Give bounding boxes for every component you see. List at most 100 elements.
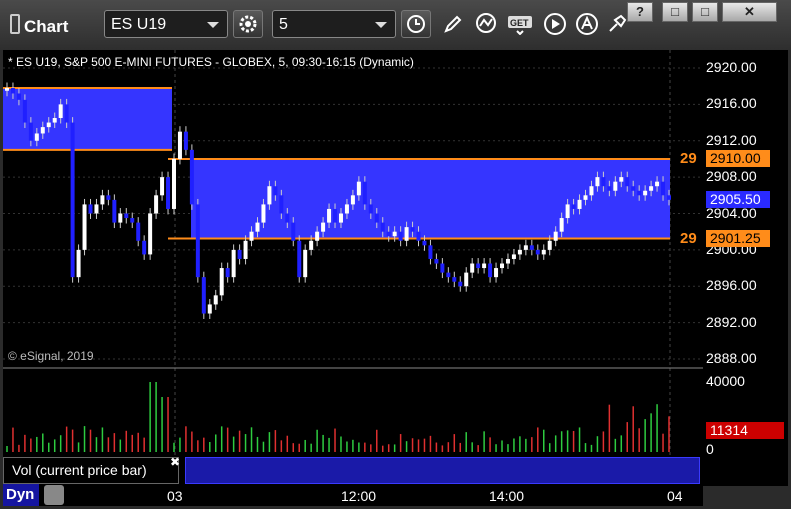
candle-body: [285, 213, 290, 223]
candle-body: [189, 149, 194, 205]
candle-body: [100, 195, 105, 205]
candle-body: [464, 272, 469, 287]
chart-window-icon: [10, 14, 20, 34]
help-button[interactable]: ?: [627, 2, 653, 22]
candle-body: [356, 181, 361, 196]
candle-body: [291, 222, 296, 241]
candle-body: [261, 204, 266, 223]
candle-body: [76, 249, 81, 278]
symbol-combo[interactable]: ES U19: [104, 10, 228, 38]
play-icon: [544, 13, 566, 35]
candle-body: [327, 208, 332, 223]
candle-body: [500, 263, 505, 269]
candle-body: [112, 199, 117, 223]
time-tick: 12:00: [341, 488, 377, 504]
candle-body: [267, 186, 272, 205]
candle-body: [219, 268, 224, 296]
candle-body: [46, 122, 51, 128]
candle-body: [643, 190, 648, 196]
candle-body: [350, 195, 355, 205]
clock-icon: [407, 15, 425, 33]
price-tick-label: 2892.00: [706, 313, 757, 330]
time-tick: 04: [667, 488, 683, 504]
candle-body: [142, 240, 147, 255]
draw-tool-button[interactable]: [440, 10, 466, 38]
dynamic-mode-toggle[interactable]: Dyn: [3, 484, 39, 506]
candle-body: [52, 118, 57, 123]
lock-icon[interactable]: [44, 485, 64, 505]
price-tick-label: 2920.00: [706, 59, 757, 75]
studies-button[interactable]: [474, 10, 500, 38]
candle-body: [631, 186, 636, 191]
current-price-marker: 2905.50: [706, 191, 770, 208]
volume-study-label[interactable]: Vol (current price bar): [3, 457, 179, 484]
candle-body: [118, 213, 123, 223]
candle-body: [124, 213, 129, 219]
svg-text:GET: GET: [510, 18, 529, 28]
candle-body: [667, 195, 671, 200]
chart-canvas[interactable]: [3, 50, 703, 486]
candle-body: [613, 181, 618, 191]
candle-body: [237, 249, 242, 259]
candle-body: [446, 272, 451, 278]
price-chart[interactable]: [3, 50, 703, 486]
get-data-icon: GET: [508, 16, 532, 35]
candle-body: [553, 231, 558, 241]
candle-body: [225, 268, 230, 278]
candle-body: [565, 204, 570, 219]
volume-tick-max: 40000: [706, 373, 745, 389]
candle-body: [577, 199, 582, 209]
restore-button[interactable]: □: [662, 2, 688, 22]
play-button[interactable]: [542, 10, 568, 38]
lower-level-marker: 2901.25: [706, 230, 770, 247]
candle-body: [559, 218, 564, 232]
candle-body: [321, 222, 326, 232]
interval-combo[interactable]: 5: [272, 10, 396, 38]
chevron-down-icon[interactable]: [375, 22, 387, 28]
candle-body: [177, 131, 182, 159]
maximize-button[interactable]: □: [692, 2, 718, 22]
candle-body: [625, 177, 630, 187]
chart-header: * ES U19, S&P 500 E-MINI FUTURES - GLOBE…: [8, 55, 414, 69]
symbol-value: ES U19: [111, 16, 167, 33]
candle-body: [166, 177, 171, 209]
close-button[interactable]: ✕: [722, 2, 777, 22]
candle-body: [607, 186, 612, 191]
upper-level-label: 29: [680, 150, 697, 167]
time-button[interactable]: [401, 10, 431, 38]
candle-body: [309, 240, 314, 250]
settings-button[interactable]: [233, 10, 263, 38]
close-study-icon[interactable]: ✖: [170, 455, 180, 469]
price-tick-label: 2896.00: [706, 277, 757, 294]
candle-body: [362, 181, 367, 205]
candle-body: [130, 218, 135, 223]
study-icon: [476, 13, 496, 33]
candle-body: [517, 249, 522, 255]
candle-body: [273, 186, 278, 196]
candle-body: [637, 190, 642, 196]
time-tick: 03: [167, 488, 183, 504]
candle-body: [148, 213, 153, 255]
candle-body: [315, 231, 320, 241]
candle-body: [70, 122, 75, 278]
candle-body: [374, 213, 379, 223]
current-volume-marker: 11314: [706, 422, 784, 439]
alerts-button[interactable]: [574, 10, 600, 38]
candle-body: [529, 245, 534, 250]
get-button[interactable]: GET: [506, 10, 536, 38]
candle-body: [160, 177, 165, 196]
candle-body: [16, 93, 21, 100]
candle-body: [535, 249, 540, 255]
candle-body: [243, 240, 248, 259]
candle-body: [154, 195, 159, 214]
candle-body: [195, 204, 200, 278]
candle-body: [64, 104, 69, 123]
candle-body: [452, 277, 457, 282]
link-icon: [609, 14, 627, 32]
volume-study-bar: [185, 457, 700, 484]
alert-icon: [576, 13, 598, 35]
chevron-down-icon[interactable]: [207, 22, 219, 28]
candle-body: [386, 231, 391, 237]
resistance-zone: [191, 158, 670, 239]
candle-body: [523, 245, 528, 250]
